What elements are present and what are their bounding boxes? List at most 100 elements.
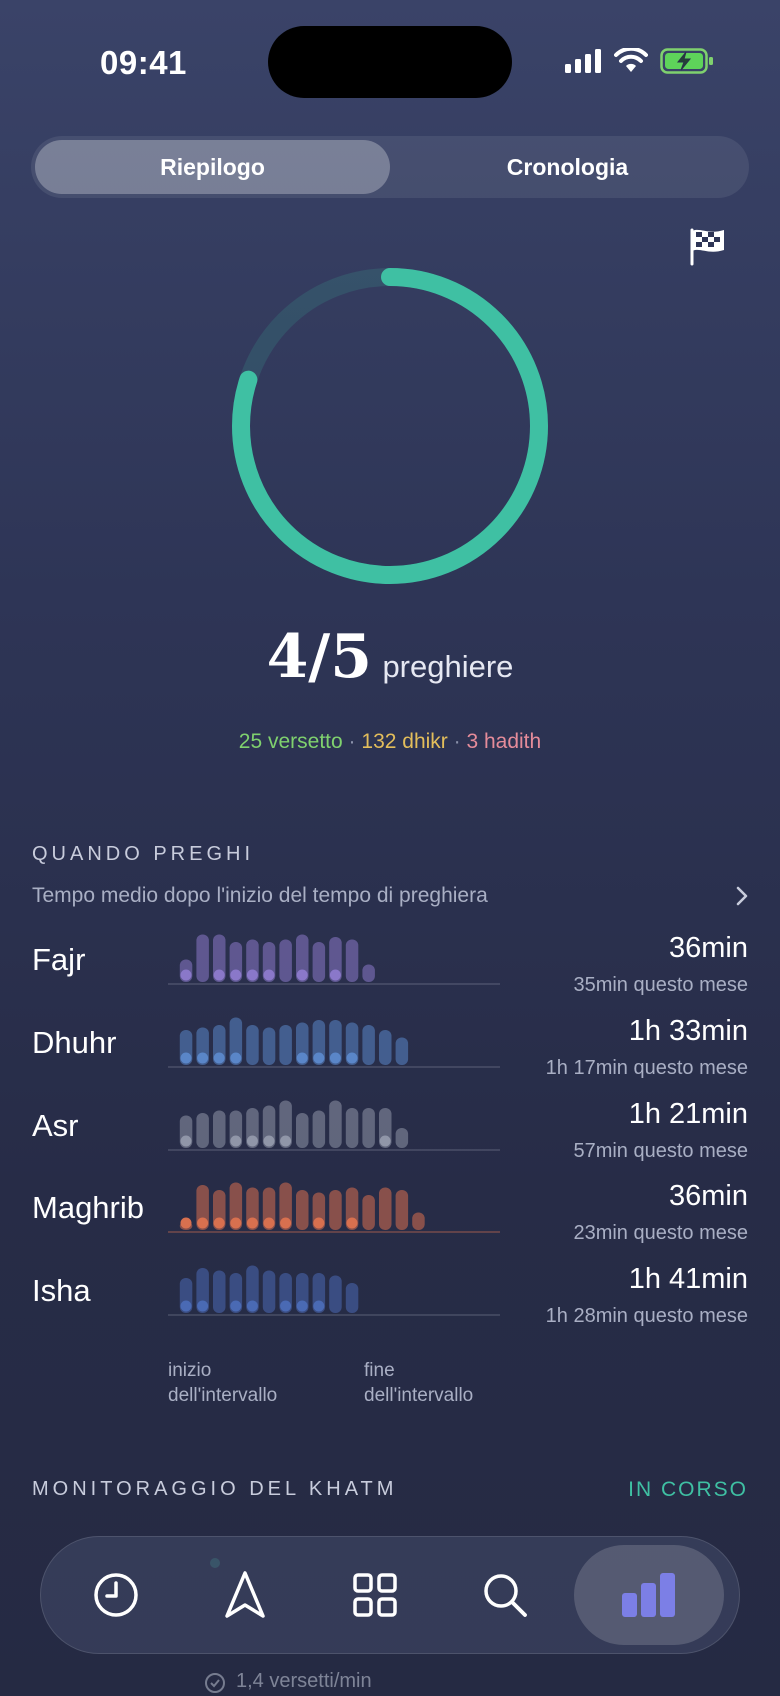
prayer-timing-chart xyxy=(168,934,500,985)
timing-bar xyxy=(395,1190,409,1230)
timing-bar xyxy=(296,1190,309,1230)
prayer-name: Maghrib xyxy=(32,1190,144,1225)
timing-bar xyxy=(262,1270,276,1313)
prayer-count-label: preghiere xyxy=(382,649,514,684)
axis-end-label: fine dell'intervallo xyxy=(364,1360,474,1406)
grid-icon xyxy=(353,1573,397,1617)
tab-stats[interactable] xyxy=(574,1545,725,1645)
prayer-dot xyxy=(263,1217,275,1229)
prayer-dot xyxy=(313,1300,325,1312)
timing-bar xyxy=(379,1030,392,1065)
when-you-pray-subtitle[interactable]: Tempo medio dopo l'inizio del tempo di p… xyxy=(32,884,488,908)
prayer-timing-chart xyxy=(168,1265,500,1316)
timing-bar xyxy=(395,1128,409,1148)
battery-charging-icon xyxy=(660,48,713,74)
timing-bar xyxy=(345,1108,359,1148)
prayer-dot xyxy=(313,1052,325,1064)
timing-bar xyxy=(246,1025,259,1065)
prayer-progress-ring xyxy=(232,268,548,584)
cellular-signal-icon xyxy=(565,49,601,73)
bottom-tab-bar xyxy=(40,1536,740,1654)
prayer-row[interactable]: Maghrib 36min 23min questo mese xyxy=(0,1180,780,1260)
prayer-average-time: 1h 21min xyxy=(628,1098,748,1130)
prayer-dot xyxy=(346,1217,358,1229)
timing-bar xyxy=(362,1108,375,1148)
tab-history[interactable]: Cronologia xyxy=(390,140,745,194)
prayer-name: Fajr xyxy=(32,942,86,977)
prayer-dot xyxy=(329,1052,341,1064)
tab-qibla[interactable] xyxy=(185,1545,305,1645)
dhikr-stat: 132 dhikr xyxy=(361,730,448,753)
prayer-month-time: 35min questo mese xyxy=(573,974,748,996)
wifi-icon xyxy=(614,48,648,72)
stat-separator: · xyxy=(348,730,356,753)
prayer-dot xyxy=(180,1300,192,1312)
timing-bar xyxy=(279,939,292,982)
status-icons xyxy=(564,48,714,74)
prayer-dot xyxy=(246,1135,258,1147)
prayer-dot xyxy=(263,969,275,981)
hadith-stat: 3 hadith xyxy=(466,730,542,753)
prayer-row[interactable]: Isha 1h 41min 1h 28min questo mese xyxy=(0,1263,780,1343)
prayer-average-time: 1h 33min xyxy=(628,1015,748,1047)
verses-stat: 25 versetto xyxy=(238,730,343,753)
navigation-icon xyxy=(225,1571,266,1618)
prayer-dot xyxy=(180,1052,192,1064)
tab-library[interactable] xyxy=(315,1545,435,1645)
prayer-dot xyxy=(230,1052,242,1064)
dynamic-island xyxy=(268,26,512,98)
timing-bar xyxy=(279,1025,292,1065)
timing-bar xyxy=(345,1283,359,1313)
tab-search[interactable] xyxy=(445,1545,565,1645)
timing-bar xyxy=(329,1275,342,1313)
tab-summary[interactable]: Riepilogo xyxy=(35,140,390,194)
prayer-dot xyxy=(379,1135,391,1147)
prayer-dot xyxy=(213,1217,225,1229)
timing-bar xyxy=(296,1113,309,1148)
tab-prayer-times[interactable] xyxy=(56,1545,176,1645)
search-icon xyxy=(483,1574,527,1617)
prayer-dot xyxy=(246,1217,258,1229)
reading-rate: 1,4 versetti/min xyxy=(236,1670,372,1692)
prayer-row[interactable]: Dhuhr 1h 33min 1h 17min questo mese xyxy=(0,1015,780,1095)
khatm-section-title: MONITORAGGIO DEL KHATM xyxy=(32,1478,398,1500)
prayer-dot xyxy=(263,1135,275,1147)
prayer-dot xyxy=(180,1135,192,1147)
prayer-average-time: 36min xyxy=(669,1180,748,1212)
when-you-pray-title: QUANDO PREGHI xyxy=(32,843,255,865)
prayer-row[interactable]: Asr 1h 21min 57min questo mese xyxy=(0,1098,780,1178)
prayer-month-time: 57min questo mese xyxy=(573,1140,748,1162)
chevron-right-icon[interactable] xyxy=(732,884,752,908)
prayer-dot xyxy=(230,1300,242,1312)
timing-bar xyxy=(262,1027,276,1065)
prayer-row[interactable]: Fajr 36min 35min questo mese xyxy=(0,932,780,1012)
prayer-count: 4/5 preghiere xyxy=(0,622,780,692)
check-circle-icon xyxy=(205,1673,225,1693)
prayer-dot xyxy=(296,1052,308,1064)
view-segmented-control: Riepilogo Cronologia xyxy=(31,136,749,198)
stat-separator: · xyxy=(453,730,461,753)
prayer-dot xyxy=(246,1300,258,1312)
timing-bar xyxy=(213,1110,226,1148)
timing-bar xyxy=(412,1212,425,1230)
checkered-flag-icon[interactable] xyxy=(688,226,728,266)
prayer-dot xyxy=(329,969,341,981)
prayer-dot xyxy=(280,1300,292,1312)
timing-bar xyxy=(196,934,209,982)
timing-bar xyxy=(213,1270,226,1313)
timing-bar xyxy=(362,1195,375,1230)
timing-bar xyxy=(345,939,359,982)
prayer-name: Dhuhr xyxy=(32,1025,117,1060)
timing-bar xyxy=(196,1113,209,1148)
prayer-dot xyxy=(230,1135,242,1147)
prayer-dot xyxy=(313,1217,325,1229)
timing-bar xyxy=(379,1187,392,1230)
axis-start-label: inizio dell'intervallo xyxy=(168,1360,278,1406)
prayer-dot xyxy=(197,1052,209,1064)
timing-bar xyxy=(362,1025,375,1065)
daily-stats: 25 versetto · 132 dhikr · 3 hadith xyxy=(0,730,780,754)
timing-bar xyxy=(362,964,375,982)
prayer-dot xyxy=(197,1217,209,1229)
prayer-average-time: 1h 41min xyxy=(628,1263,748,1295)
prayer-name: Asr xyxy=(32,1108,79,1143)
